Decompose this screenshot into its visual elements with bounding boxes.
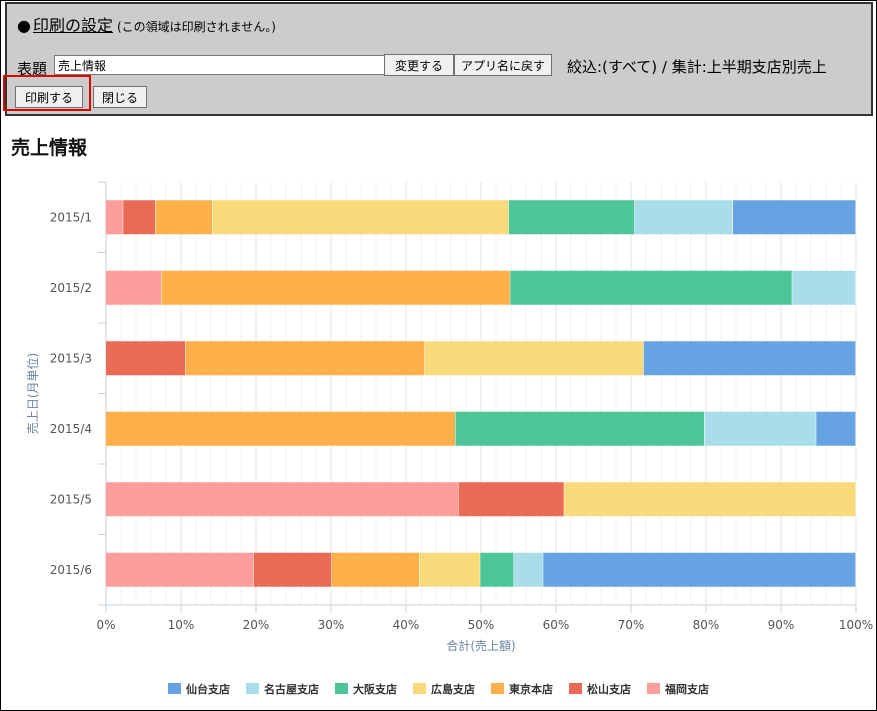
legend-label: 仙台支店 <box>186 683 230 696</box>
bar-segment <box>185 341 425 376</box>
bar-segment <box>480 552 514 587</box>
bar-segment <box>514 552 544 587</box>
bar-segment <box>253 552 332 587</box>
bar-segment <box>424 341 644 376</box>
bar-segment <box>212 200 509 235</box>
legend-item[interactable]: 仙台支店 <box>168 681 230 697</box>
legend-item[interactable]: 福岡支店 <box>647 681 709 697</box>
bar-segment <box>458 482 565 517</box>
legend-swatch <box>168 683 181 694</box>
x-tick-label: 80% <box>693 618 720 632</box>
legend-label: 福岡支店 <box>665 683 709 696</box>
legend-item[interactable]: 東京本店 <box>491 681 553 697</box>
bar-segment <box>331 552 420 587</box>
x-tick-label: 100% <box>839 618 873 632</box>
legend-label: 松山支店 <box>587 683 631 696</box>
legend-swatch <box>335 683 348 694</box>
bar-segment <box>733 200 856 235</box>
legend-label: 大阪支店 <box>353 683 397 696</box>
bar-segment <box>543 552 856 587</box>
legend-swatch <box>569 683 582 694</box>
bar-segment <box>106 270 162 305</box>
y-axis-title: 売上日(月単位) <box>25 353 40 434</box>
bar-segment <box>106 411 456 446</box>
bar-segment <box>508 200 635 235</box>
bar-chart: 2015/1 2015/2 2015/3 2015/4 2015/5 2015/6 0% 10… <box>25 181 873 653</box>
legend-label: 東京本店 <box>509 683 553 696</box>
legend-label: 名古屋支店 <box>264 683 319 696</box>
bar-segment <box>106 341 186 376</box>
legend-label: 広島支店 <box>431 683 475 696</box>
x-tick-label: 40% <box>393 618 420 632</box>
bar-segment <box>704 411 817 446</box>
x-tick-label: 60% <box>543 618 570 632</box>
x-axis-title: 合計(売上額) <box>446 638 515 653</box>
y-tick-label: 2015/6 <box>50 563 92 577</box>
bar-segment <box>106 482 459 517</box>
y-tick-label: 2015/4 <box>50 422 92 436</box>
legend-swatch <box>413 683 426 694</box>
chart-legend: 仙台支店 名古屋支店 大阪支店 広島支店 東京本店 松山支店 福岡支店 <box>0 681 877 697</box>
bar-segment <box>634 200 733 235</box>
bar-segment <box>123 200 156 235</box>
x-tick-label: 30% <box>318 618 345 632</box>
legend-swatch <box>246 683 259 694</box>
legend-swatch <box>647 683 660 694</box>
bar-segment <box>455 411 705 446</box>
bar-segment <box>792 270 856 305</box>
legend-item[interactable]: 広島支店 <box>413 681 475 697</box>
y-tick-label: 2015/2 <box>50 281 92 295</box>
bar-segment <box>106 552 254 587</box>
legend-item[interactable]: 大阪支店 <box>335 681 397 697</box>
y-tick-label: 2015/5 <box>50 492 92 506</box>
bar-segment <box>816 411 856 446</box>
bar-segment <box>643 341 856 376</box>
y-tick-label: 2015/1 <box>50 210 92 224</box>
bar-segment <box>155 200 213 235</box>
bar-segment <box>510 270 793 305</box>
legend-swatch <box>491 683 504 694</box>
bar-segment <box>106 200 124 235</box>
x-tick-label: 50% <box>468 618 495 632</box>
legend-item[interactable]: 松山支店 <box>569 681 631 697</box>
x-tick-label: 10% <box>168 618 195 632</box>
legend-item[interactable]: 名古屋支店 <box>246 681 319 697</box>
y-tick-label: 2015/3 <box>50 351 92 365</box>
x-tick-label: 90% <box>768 618 795 632</box>
bar-segment <box>161 270 511 305</box>
x-tick-label: 0% <box>96 618 115 632</box>
x-tick-label: 70% <box>618 618 645 632</box>
bar-segment <box>564 482 856 517</box>
x-tick-label: 20% <box>243 618 270 632</box>
bar-segment <box>419 552 481 587</box>
